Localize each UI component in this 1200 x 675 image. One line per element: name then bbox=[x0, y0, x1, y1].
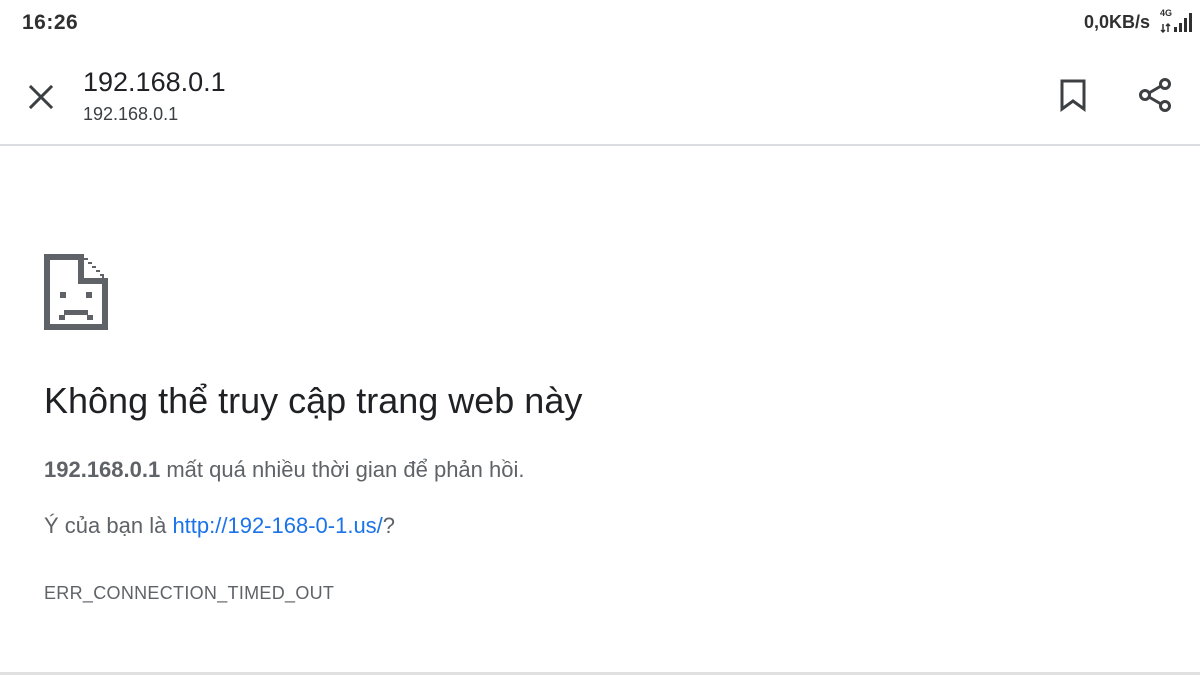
error-code: ERR_CONNECTION_TIMED_OUT bbox=[44, 583, 335, 603]
error-summary-text: mất quá nhiều thời gian để phản hồi. bbox=[160, 457, 525, 482]
bookmark-button[interactable] bbox=[1052, 74, 1094, 116]
close-icon bbox=[28, 84, 54, 110]
sad-page-icon bbox=[44, 254, 108, 330]
browser-screen: 16:26 0,0KB/s 4G 192.168.0.1 192.168.0.1… bbox=[0, 0, 1200, 675]
suggestion-prefix: Ý của bạn là bbox=[44, 513, 173, 538]
status-bar: 16:26 0,0KB/s 4G bbox=[0, 0, 1200, 48]
status-time: 16:26 bbox=[22, 11, 79, 34]
did-you-mean: Ý của bạn là http://192-168-0-1.us/? bbox=[44, 513, 395, 539]
bookmark-icon bbox=[1060, 79, 1086, 112]
suggestion-suffix: ? bbox=[382, 513, 396, 538]
page-title: 192.168.0.1 bbox=[83, 67, 226, 97]
network-speed: 0,0KB/s bbox=[1083, 11, 1150, 32]
signal-icon bbox=[1160, 13, 1192, 34]
close-button[interactable] bbox=[20, 76, 62, 118]
custom-tab-toolbar: 192.168.0.1 192.168.0.1 bbox=[0, 48, 1200, 146]
error-heading: Không thể truy cập trang web này bbox=[44, 380, 583, 421]
page-url[interactable]: 192.168.0.1 bbox=[83, 104, 178, 125]
error-host: 192.168.0.1 bbox=[44, 457, 161, 482]
error-summary: 192.168.0.1 mất quá nhiều thời gian để p… bbox=[44, 457, 524, 483]
share-icon bbox=[1139, 78, 1171, 112]
status-indicators: 0,0KB/s 4G bbox=[1083, 8, 1192, 34]
signal-indicator: 4G bbox=[1160, 8, 1192, 34]
share-button[interactable] bbox=[1134, 74, 1176, 116]
suggestion-link[interactable]: http://192-168-0-1.us/ bbox=[172, 513, 382, 538]
